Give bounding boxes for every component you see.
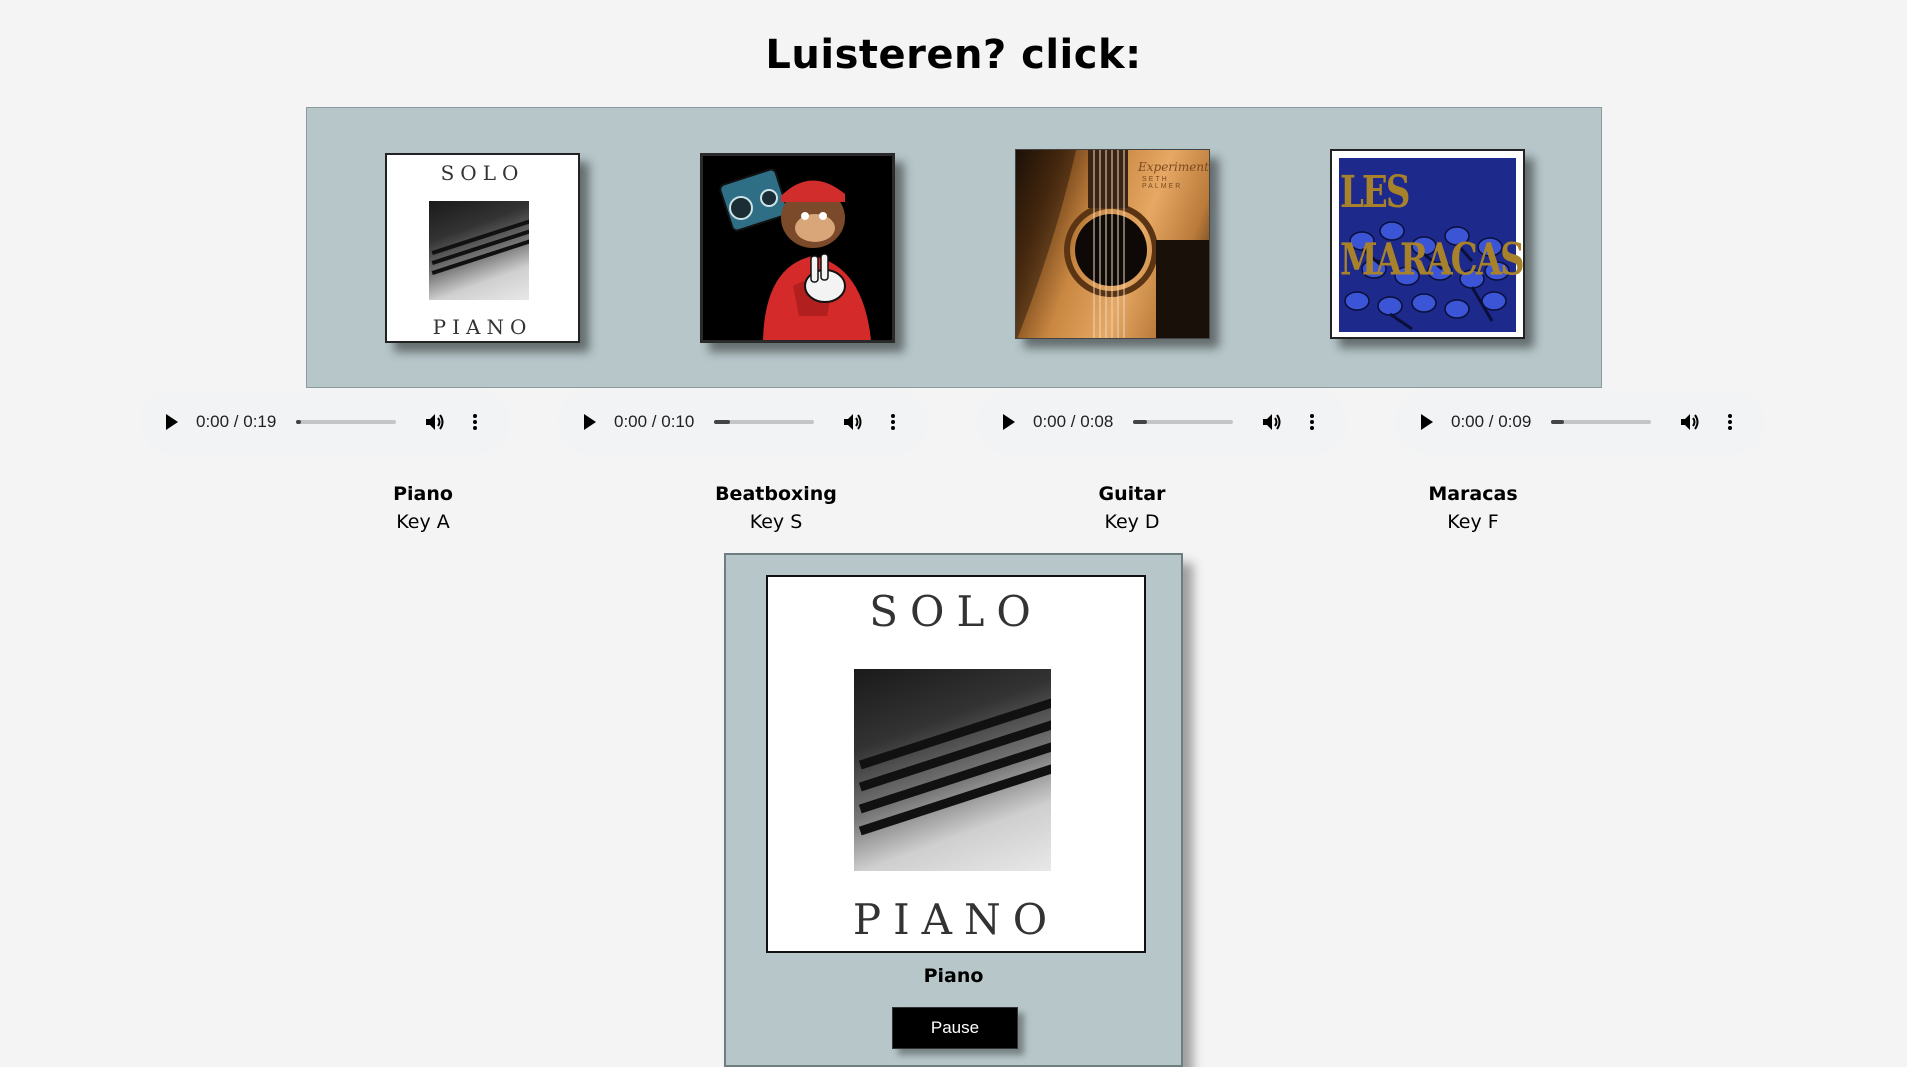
- beatbox-monkey-illustration: [703, 156, 892, 340]
- more-options-icon[interactable]: [464, 411, 486, 433]
- instrument-label-maracas: Maracas Key F: [1373, 483, 1573, 533]
- seek-bar[interactable]: [714, 420, 815, 424]
- play-icon[interactable]: [1003, 414, 1015, 430]
- cover-top-text: SOLO: [869, 587, 1043, 636]
- time-display: 0:00 / 0:09: [1451, 412, 1532, 431]
- maracas-cover-title: LES MARACAS: [1340, 166, 1523, 287]
- guitar-cover-script-text: Experiments: [1138, 160, 1210, 174]
- instrument-key: Key S: [749, 511, 803, 533]
- play-icon[interactable]: [1421, 414, 1433, 430]
- more-options-icon[interactable]: [1719, 411, 1741, 433]
- volume-icon[interactable]: [1679, 411, 1701, 433]
- guitar-cover-subtext: SETH PALMER: [1142, 176, 1183, 190]
- more-options-icon[interactable]: [1301, 411, 1323, 433]
- time-display: 0:00 / 0:19: [196, 412, 277, 431]
- beatboxing-cover[interactable]: [700, 153, 895, 343]
- more-options-icon[interactable]: [882, 411, 904, 433]
- audio-players: 0:00 / 0:19 0:00 / 0:10 0:00 / 0:08 0:00…: [0, 390, 1907, 454]
- maracas-cover[interactable]: LES MARACAS: [1330, 149, 1525, 339]
- seek-bar[interactable]: [1133, 420, 1234, 424]
- now-playing-name: Piano: [923, 965, 984, 987]
- page-title: Luisteren? click:: [765, 32, 1142, 78]
- seek-bar[interactable]: [296, 420, 397, 424]
- instrument-name: Guitar: [1098, 483, 1166, 505]
- play-icon[interactable]: [166, 414, 178, 430]
- guitar-cover[interactable]: Experiments SETH PALMER: [1015, 149, 1210, 339]
- now-playing-panel: SOLO PIANO Piano Pause: [724, 553, 1183, 1067]
- play-icon[interactable]: [584, 414, 596, 430]
- instrument-label-piano: Piano Key A: [323, 483, 523, 533]
- instrument-name: Beatboxing: [715, 483, 837, 505]
- volume-icon[interactable]: [1261, 411, 1283, 433]
- instrument-gallery: SOLO PIANO Experiments SETH PALMER LES M…: [306, 107, 1602, 388]
- volume-icon[interactable]: [424, 411, 446, 433]
- instrument-label-guitar: Guitar Key D: [1032, 483, 1232, 533]
- audio-player-maracas[interactable]: 0:00 / 0:09: [1395, 390, 1765, 454]
- now-playing-cover: SOLO PIANO: [766, 575, 1146, 953]
- instrument-key: Key A: [396, 511, 450, 533]
- cover-bottom-text: PIANO: [852, 895, 1060, 944]
- piano-keys-image: [854, 669, 1051, 871]
- time-display: 0:00 / 0:10: [614, 412, 695, 431]
- instrument-key: Key F: [1447, 511, 1499, 533]
- instrument-name: Maracas: [1428, 483, 1518, 505]
- volume-icon[interactable]: [842, 411, 864, 433]
- piano-cover[interactable]: SOLO PIANO: [385, 153, 580, 343]
- instrument-key: Key D: [1104, 511, 1160, 533]
- cover-top-text: SOLO: [440, 161, 525, 185]
- audio-player-guitar[interactable]: 0:00 / 0:08: [977, 390, 1347, 454]
- audio-player-piano[interactable]: 0:00 / 0:19: [140, 390, 510, 454]
- cover-bottom-text: PIANO: [432, 315, 533, 339]
- time-display: 0:00 / 0:08: [1033, 412, 1114, 431]
- instrument-name: Piano: [393, 483, 453, 505]
- pause-button[interactable]: Pause: [892, 1007, 1018, 1049]
- piano-keys-image: [429, 201, 529, 300]
- seek-bar[interactable]: [1551, 420, 1652, 424]
- audio-player-beatboxing[interactable]: 0:00 / 0:10: [558, 390, 928, 454]
- instrument-label-beatboxing: Beatboxing Key S: [676, 483, 876, 533]
